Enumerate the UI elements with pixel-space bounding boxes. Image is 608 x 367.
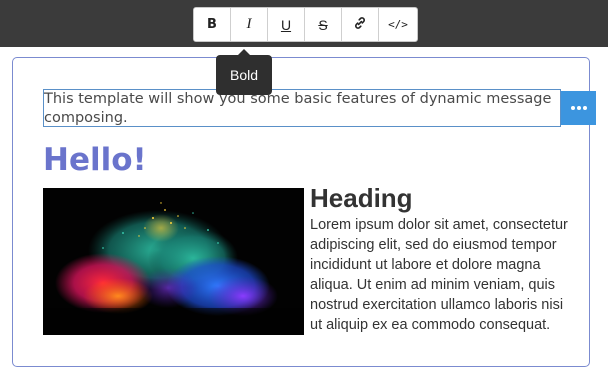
link-button[interactable] xyxy=(342,8,379,41)
link-icon xyxy=(353,16,367,33)
greeting-heading: Hello! xyxy=(43,142,147,178)
bold-button[interactable]: B xyxy=(194,8,231,41)
underline-button[interactable]: U xyxy=(268,8,305,41)
intro-text-block[interactable]: This template will show you some basic f… xyxy=(43,89,561,127)
content-heading: Heading xyxy=(310,183,413,213)
more-horizontal-icon xyxy=(570,106,588,110)
formatting-toolbar: B I U S </> xyxy=(193,7,418,42)
strikethrough-button[interactable]: S xyxy=(305,8,342,41)
content-image xyxy=(43,188,304,335)
italic-button[interactable]: I xyxy=(231,8,268,41)
code-button[interactable]: </> xyxy=(379,8,417,41)
content-paragraph: Lorem ipsum dolor sit amet, consectetur … xyxy=(310,217,568,333)
powder-explosion-image xyxy=(43,188,304,335)
bold-tooltip: Bold xyxy=(216,49,272,95)
block-options-button[interactable] xyxy=(561,91,596,125)
